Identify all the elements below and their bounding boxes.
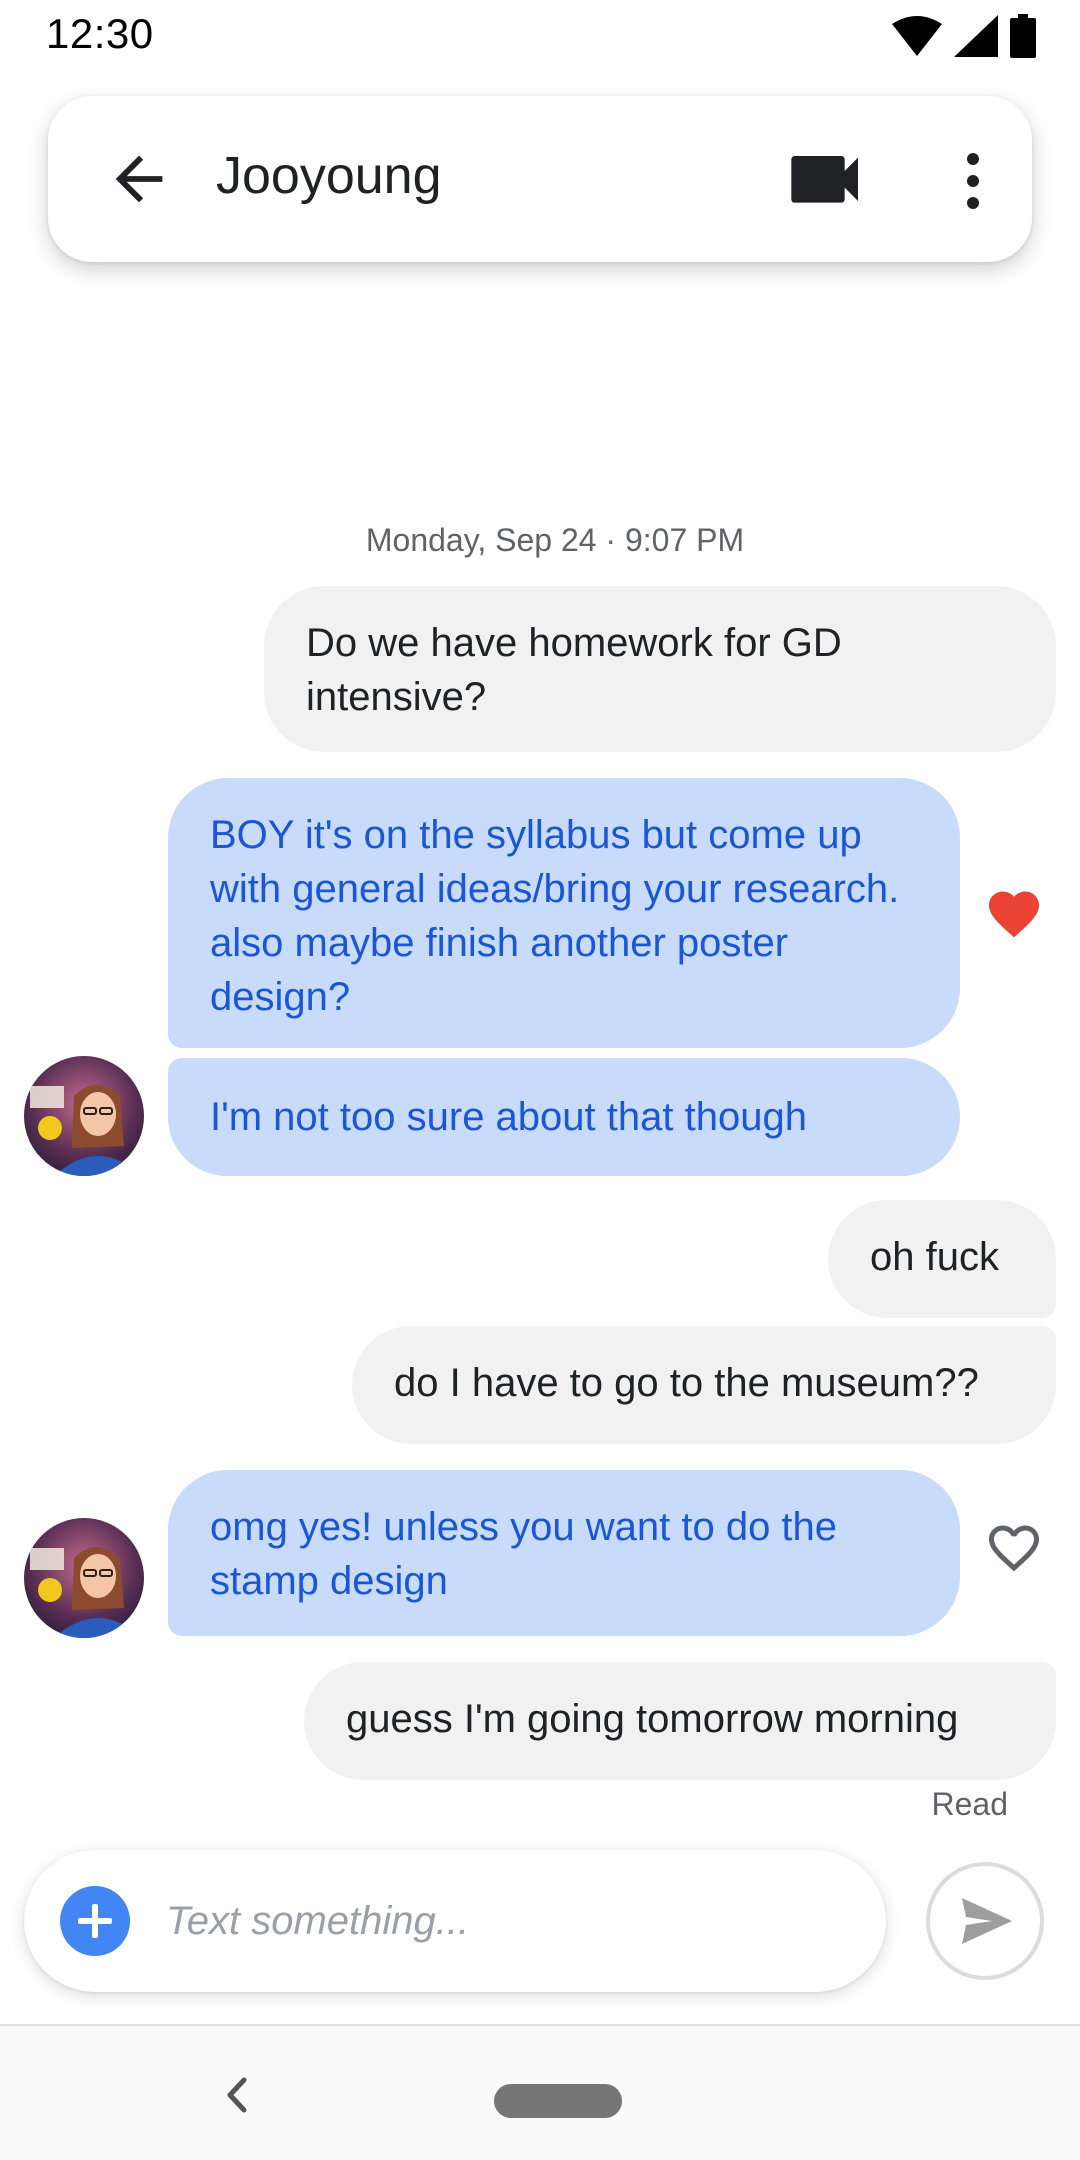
- read-receipt: Read: [931, 1786, 1009, 1822]
- message-input[interactable]: [166, 1884, 846, 1958]
- conversation-header: Jooyoung: [48, 96, 1032, 262]
- more-options-button[interactable]: [948, 146, 998, 216]
- wifi-icon: [892, 16, 942, 56]
- nav-back-button[interactable]: [212, 2070, 262, 2120]
- message-bubble-outgoing[interactable]: Do we have homework for GD intensive?: [264, 586, 1056, 752]
- send-button[interactable]: [926, 1862, 1044, 1980]
- message-bubble-incoming[interactable]: I'm not too sure about that though: [168, 1058, 960, 1176]
- heart-filled-icon[interactable]: [984, 884, 1044, 944]
- back-button[interactable]: [104, 144, 174, 214]
- status-icons: [892, 14, 1036, 58]
- message-text: omg yes! unless you want to do the stamp…: [210, 1505, 838, 1603]
- arrow-back-icon: [115, 155, 163, 203]
- conversation-timestamp: Monday, Sep 24 · 9:07 PM: [365, 522, 745, 558]
- message-text: BOY it's on the syllabus but come up wit…: [210, 813, 900, 1019]
- message-bubble-incoming[interactable]: BOY it's on the syllabus but come up wit…: [168, 778, 960, 1048]
- message-text: do I have to go to the museum??: [394, 1361, 979, 1405]
- send-icon: [962, 1898, 1012, 1944]
- contact-name: Jooyoung: [216, 147, 442, 205]
- add-circle-icon: [60, 1886, 130, 1956]
- message-text: I'm not too sure about that though: [210, 1095, 807, 1139]
- avatar[interactable]: [24, 1056, 144, 1176]
- nav-home-pill[interactable]: [494, 2084, 622, 2118]
- message-bubble-outgoing[interactable]: guess I'm going tomorrow morning: [304, 1662, 1056, 1780]
- heart-outline-icon[interactable]: [984, 1518, 1044, 1578]
- message-bubble-outgoing[interactable]: do I have to go to the museum??: [352, 1326, 1056, 1444]
- contact-photo: [24, 1056, 144, 1176]
- chevron-left-icon: [227, 2077, 247, 2113]
- contact-photo: [24, 1518, 144, 1638]
- message-text: oh fuck: [870, 1235, 999, 1279]
- avatar[interactable]: [24, 1518, 144, 1638]
- message-bubble-outgoing[interactable]: oh fuck: [828, 1200, 1056, 1318]
- attach-button[interactable]: [60, 1886, 130, 1956]
- video-call-button[interactable]: [788, 146, 868, 216]
- compose-bar: [24, 1850, 886, 1992]
- videocam-icon: [791, 156, 858, 203]
- message-text: Do we have homework for GD intensive?: [306, 621, 842, 719]
- message-text: guess I'm going tomorrow morning: [346, 1697, 959, 1741]
- battery-icon: [1010, 14, 1036, 58]
- message-bubble-incoming[interactable]: omg yes! unless you want to do the stamp…: [168, 1470, 960, 1636]
- more-vert-icon: [967, 153, 979, 209]
- signal-icon: [954, 15, 998, 57]
- status-bar: 12:30: [0, 0, 1080, 72]
- system-nav-bar: [0, 2024, 1080, 2160]
- status-time: 12:30: [46, 10, 154, 57]
